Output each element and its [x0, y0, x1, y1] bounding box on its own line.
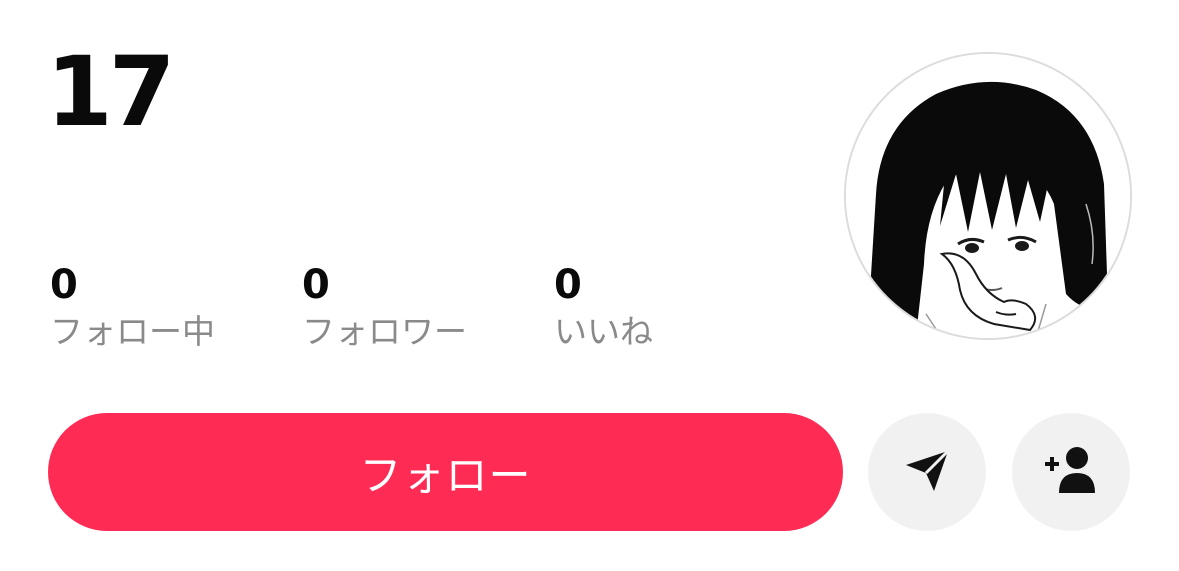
follow-button[interactable]: フォロー [48, 413, 843, 531]
add-friend-button[interactable] [1012, 413, 1130, 531]
profile-name: 17 [46, 36, 176, 148]
stat-followers[interactable]: 0 フォロワー [302, 262, 554, 354]
following-label: フォロー中 [50, 312, 215, 351]
likes-count: 0 [554, 262, 582, 308]
followers-count: 0 [302, 262, 330, 308]
likes-label: いいね [554, 312, 653, 351]
stat-following[interactable]: 0 フォロー中 [50, 262, 302, 354]
add-user-icon [1041, 445, 1101, 499]
avatar-illustration [846, 54, 1130, 338]
stat-likes[interactable]: 0 いいね [554, 262, 806, 354]
avatar[interactable] [844, 52, 1132, 340]
send-icon [902, 445, 952, 499]
following-count: 0 [50, 262, 78, 308]
followers-label: フォロワー [302, 312, 467, 351]
profile-stats: 0 フォロー中 0 フォロワー 0 いいね [50, 262, 806, 354]
message-button[interactable] [868, 413, 986, 531]
